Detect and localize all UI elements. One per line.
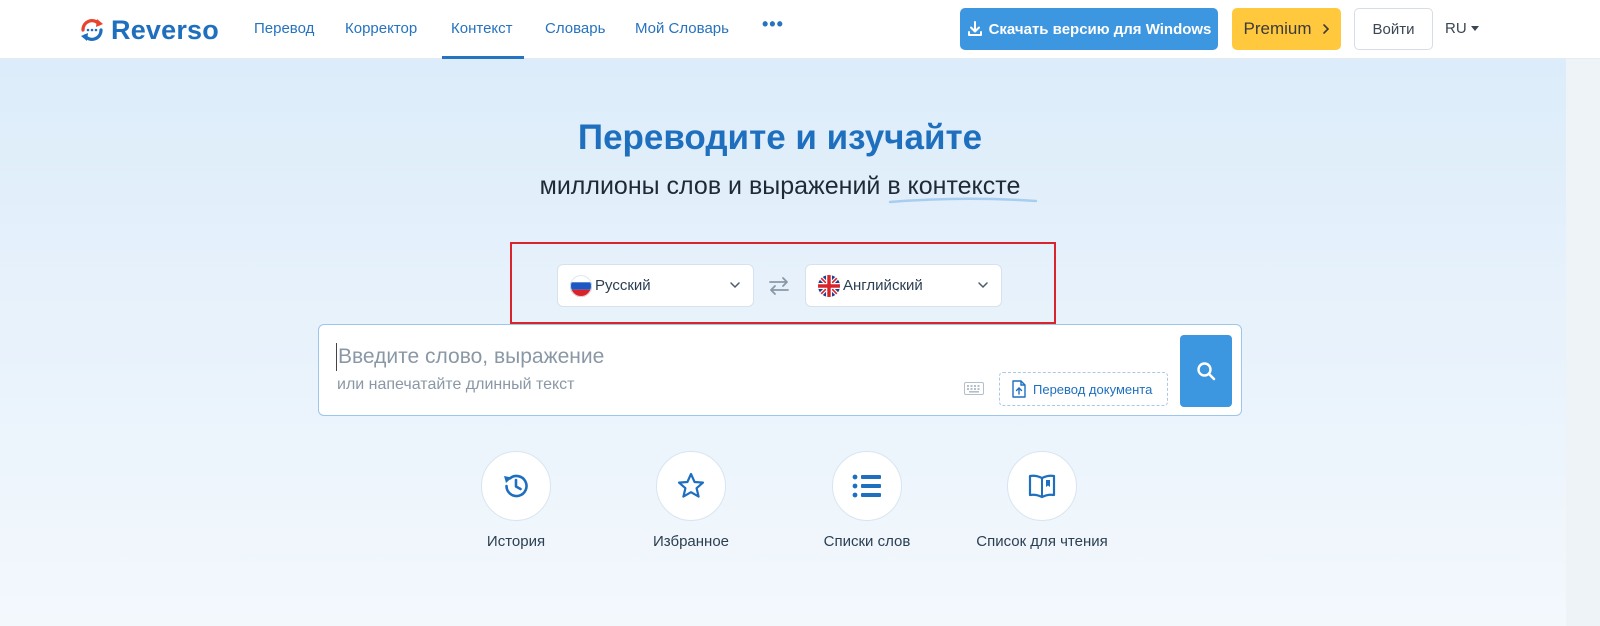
chevron-right-icon <box>1322 24 1329 34</box>
list-icon <box>852 474 881 498</box>
subtitle-underline-decoration <box>888 197 1038 204</box>
search-icon <box>1197 362 1216 381</box>
nav-korrektor[interactable]: Корректор <box>345 20 417 37</box>
download-label: Скачать версию для Windows <box>988 20 1212 38</box>
word-lists-label: Списки слов <box>823 533 911 550</box>
reading-list-label: Список для чтения <box>976 533 1108 550</box>
premium-button[interactable]: Premium <box>1232 8 1341 50</box>
hero-subtitle-text: миллионы слов и выражений <box>539 172 888 200</box>
reverso-logo-icon <box>81 19 103 41</box>
chevron-down-icon <box>730 282 740 289</box>
word-lists-button[interactable]: Списки слов <box>777 451 957 550</box>
nav-active-indicator <box>442 56 524 59</box>
favorites-button[interactable]: Избранное <box>601 451 781 550</box>
reading-list-circle <box>1007 451 1077 521</box>
ui-language-select[interactable]: RU <box>1445 20 1479 37</box>
caret-down-icon <box>1470 26 1479 31</box>
uk-flag-icon <box>818 274 840 297</box>
logo-text: Reverso <box>111 14 219 45</box>
nav-moy-slovar[interactable]: Мой Словарь <box>635 20 729 37</box>
russia-flag-icon <box>570 274 592 297</box>
more-menu-icon[interactable]: ••• <box>762 14 784 35</box>
nav-slovar[interactable]: Словарь <box>545 20 605 37</box>
history-circle <box>481 451 551 521</box>
star-icon <box>677 472 705 498</box>
download-icon <box>967 21 982 36</box>
source-language-label: Русский <box>595 277 651 294</box>
keyboard-icon[interactable] <box>964 382 984 395</box>
premium-label: Premium <box>1243 19 1312 38</box>
history-icon <box>504 474 528 498</box>
nav-perevod[interactable]: Перевод <box>254 20 314 37</box>
login-button[interactable]: Войти <box>1354 8 1433 50</box>
search-hint: или напечатайте длинный текст <box>337 376 575 393</box>
swap-languages-icon[interactable] <box>768 276 790 296</box>
book-icon <box>1028 474 1056 499</box>
target-language-label: Английский <box>843 277 923 294</box>
source-language-dropdown[interactable]: Русский <box>557 264 754 307</box>
search-button[interactable] <box>1180 335 1232 407</box>
ui-language-label: RU <box>1445 20 1467 37</box>
hero-subtitle: миллионы слов и выражений в контексте <box>0 172 1560 201</box>
download-windows-button[interactable]: Скачать версию для Windows <box>960 8 1218 50</box>
document-upload-icon <box>1012 380 1026 398</box>
document-translation-label: Перевод документа <box>1033 381 1153 397</box>
favorites-circle <box>656 451 726 521</box>
nav-kontekst[interactable]: Контекст <box>451 20 513 37</box>
search-input[interactable] <box>336 343 896 371</box>
reverso-logo[interactable]: Reverso <box>78 14 219 46</box>
history-button[interactable]: История <box>426 451 606 550</box>
hero-title: Переводите и изучайте <box>577 118 983 157</box>
target-language-dropdown[interactable]: Английский <box>805 264 1002 307</box>
history-label: История <box>486 533 546 550</box>
word-lists-circle <box>832 451 902 521</box>
page-edge <box>1566 59 1600 626</box>
document-translation-button[interactable]: Перевод документа <box>999 372 1168 406</box>
search-box: или напечатайте длинный текст Перевод до… <box>318 324 1242 416</box>
chevron-down-icon <box>978 282 988 289</box>
top-header: Reverso Перевод Корректор Контекст Слова… <box>0 0 1600 59</box>
favorites-label: Избранное <box>652 533 730 550</box>
reading-list-button[interactable]: Список для чтения <box>952 451 1132 550</box>
